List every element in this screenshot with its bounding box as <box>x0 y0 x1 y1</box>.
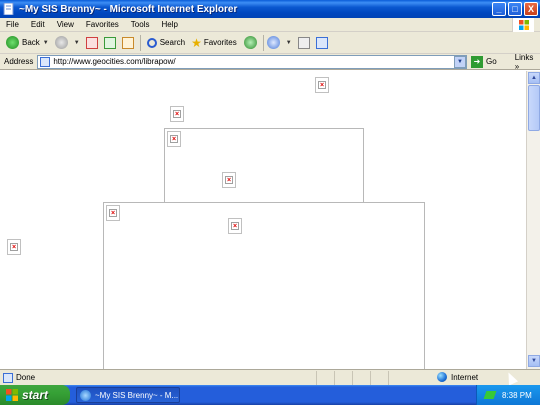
close-button[interactable]: X <box>524 2 538 16</box>
star-icon: ★ <box>191 35 202 50</box>
taskbar-item-ie[interactable]: ~My SIS Brenny~ - M... <box>76 387 180 403</box>
menu-view[interactable]: View <box>51 20 80 29</box>
broken-image: × <box>222 172 236 188</box>
status-cell <box>370 370 388 385</box>
security-zone: Internet <box>437 372 478 382</box>
print-icon[interactable] <box>297 36 310 49</box>
forward-dropdown-icon[interactable]: ▼ <box>74 40 80 46</box>
page-icon <box>40 56 51 67</box>
windows-flag-icon <box>519 20 529 30</box>
chevron-right-icon: » <box>514 61 520 71</box>
broken-image-icon: × <box>231 222 239 230</box>
broken-image-icon: × <box>318 81 326 89</box>
broken-image-icon: × <box>170 135 178 143</box>
mail-icon[interactable] <box>266 36 280 49</box>
broken-image: × <box>170 106 184 122</box>
address-field[interactable]: http://www.geocities.com/librapow/ ▼ <box>37 54 468 69</box>
address-dropdown-icon[interactable]: ▼ <box>454 55 467 68</box>
links-label: Links <box>514 52 534 62</box>
status-cell <box>316 370 334 385</box>
status-bar: Done Internet <box>0 369 540 386</box>
stop-icon[interactable] <box>85 36 98 49</box>
page-content: × × × × × × × <box>1 71 525 369</box>
address-label: Address <box>4 57 34 66</box>
ie-icon <box>80 389 91 401</box>
start-label: start <box>22 388 49 402</box>
title-bar: ~My SIS Brenny~ - Microsoft Internet Exp… <box>0 0 540 18</box>
broken-image: × <box>167 131 181 147</box>
links-button[interactable]: Links » <box>515 53 540 71</box>
taskbar-item-label: ~My SIS Brenny~ - M... <box>95 390 179 400</box>
start-button[interactable]: start <box>0 385 70 405</box>
menu-bar: File Edit View Favorites Tools Help <box>0 18 540 32</box>
mail-dropdown-icon[interactable]: ▼ <box>286 40 292 46</box>
windows-logo <box>512 18 534 32</box>
back-button[interactable]: Back ▼ <box>3 34 52 52</box>
menu-edit[interactable]: Edit <box>25 20 51 29</box>
scroll-up-icon[interactable]: ▲ <box>528 72 540 84</box>
go-button[interactable]: ➜ Go <box>471 55 497 68</box>
status-cell <box>334 370 352 385</box>
favorites-label: Favorites <box>203 38 237 47</box>
clock[interactable]: 8:38 PM <box>502 391 532 400</box>
toolbar-separator-2 <box>262 34 264 51</box>
vertical-scrollbar[interactable]: ▲ ▼ <box>526 71 540 369</box>
mouse-cursor-icon <box>503 370 519 386</box>
back-label: Back <box>22 38 40 47</box>
search-icon <box>146 37 157 48</box>
edit-icon[interactable] <box>315 36 328 49</box>
globe-icon <box>437 372 447 382</box>
broken-image: × <box>228 218 242 234</box>
address-bar: Address http://www.geocities.com/librapo… <box>0 53 540 71</box>
window-controls: _ □ X <box>492 2 538 16</box>
go-label: Go <box>486 57 497 66</box>
status-cell <box>388 370 406 385</box>
back-arrow-icon <box>6 36 19 49</box>
broken-image: × <box>315 77 329 93</box>
frame-box <box>103 202 425 369</box>
broken-image: × <box>106 205 120 221</box>
zone-label: Internet <box>451 372 479 382</box>
maximize-button[interactable]: □ <box>508 2 522 16</box>
go-arrow-icon: ➜ <box>471 55 484 68</box>
menu-file[interactable]: File <box>0 20 25 29</box>
window-title: ~My SIS Brenny~ - Microsoft Internet Exp… <box>19 3 238 15</box>
minimize-button[interactable]: _ <box>492 2 506 16</box>
search-button[interactable]: Search <box>144 34 188 52</box>
broken-image: × <box>7 239 21 255</box>
broken-image-icon: × <box>225 176 233 184</box>
favorites-button[interactable]: ★ Favorites <box>188 34 240 52</box>
menu-help[interactable]: Help <box>155 20 183 29</box>
system-tray: 8:38 PM <box>476 385 540 405</box>
frame-box <box>164 128 364 204</box>
network-icon[interactable] <box>483 391 497 399</box>
forward-arrow-icon <box>54 36 68 49</box>
address-url[interactable]: http://www.geocities.com/librapow/ <box>53 57 454 66</box>
scroll-thumb[interactable] <box>528 85 540 131</box>
history-icon[interactable] <box>243 36 257 49</box>
broken-image-icon: × <box>109 209 117 217</box>
menu-favorites[interactable]: Favorites <box>80 20 125 29</box>
menu-tools[interactable]: Tools <box>125 20 156 29</box>
windows-flag-icon <box>6 389 18 401</box>
back-dropdown-icon[interactable]: ▼ <box>43 40 49 46</box>
scroll-down-icon[interactable]: ▼ <box>528 355 540 367</box>
status-text: Done <box>16 373 36 382</box>
forward-button[interactable]: ▼ <box>52 34 83 52</box>
search-label: Search <box>159 38 186 47</box>
toolbar-separator <box>139 34 141 51</box>
taskbar: start ~My SIS Brenny~ - M... 8:38 PM <box>0 385 540 405</box>
home-icon[interactable] <box>121 36 134 49</box>
standard-toolbar: Back ▼ ▼ Search ★ Favorites ▼ <box>0 32 540 54</box>
status-page-icon <box>3 372 13 383</box>
refresh-icon[interactable] <box>103 36 116 49</box>
ie-page-icon <box>3 3 14 15</box>
broken-image-icon: × <box>10 243 18 251</box>
status-cell <box>352 370 370 385</box>
broken-image-icon: × <box>173 110 181 118</box>
